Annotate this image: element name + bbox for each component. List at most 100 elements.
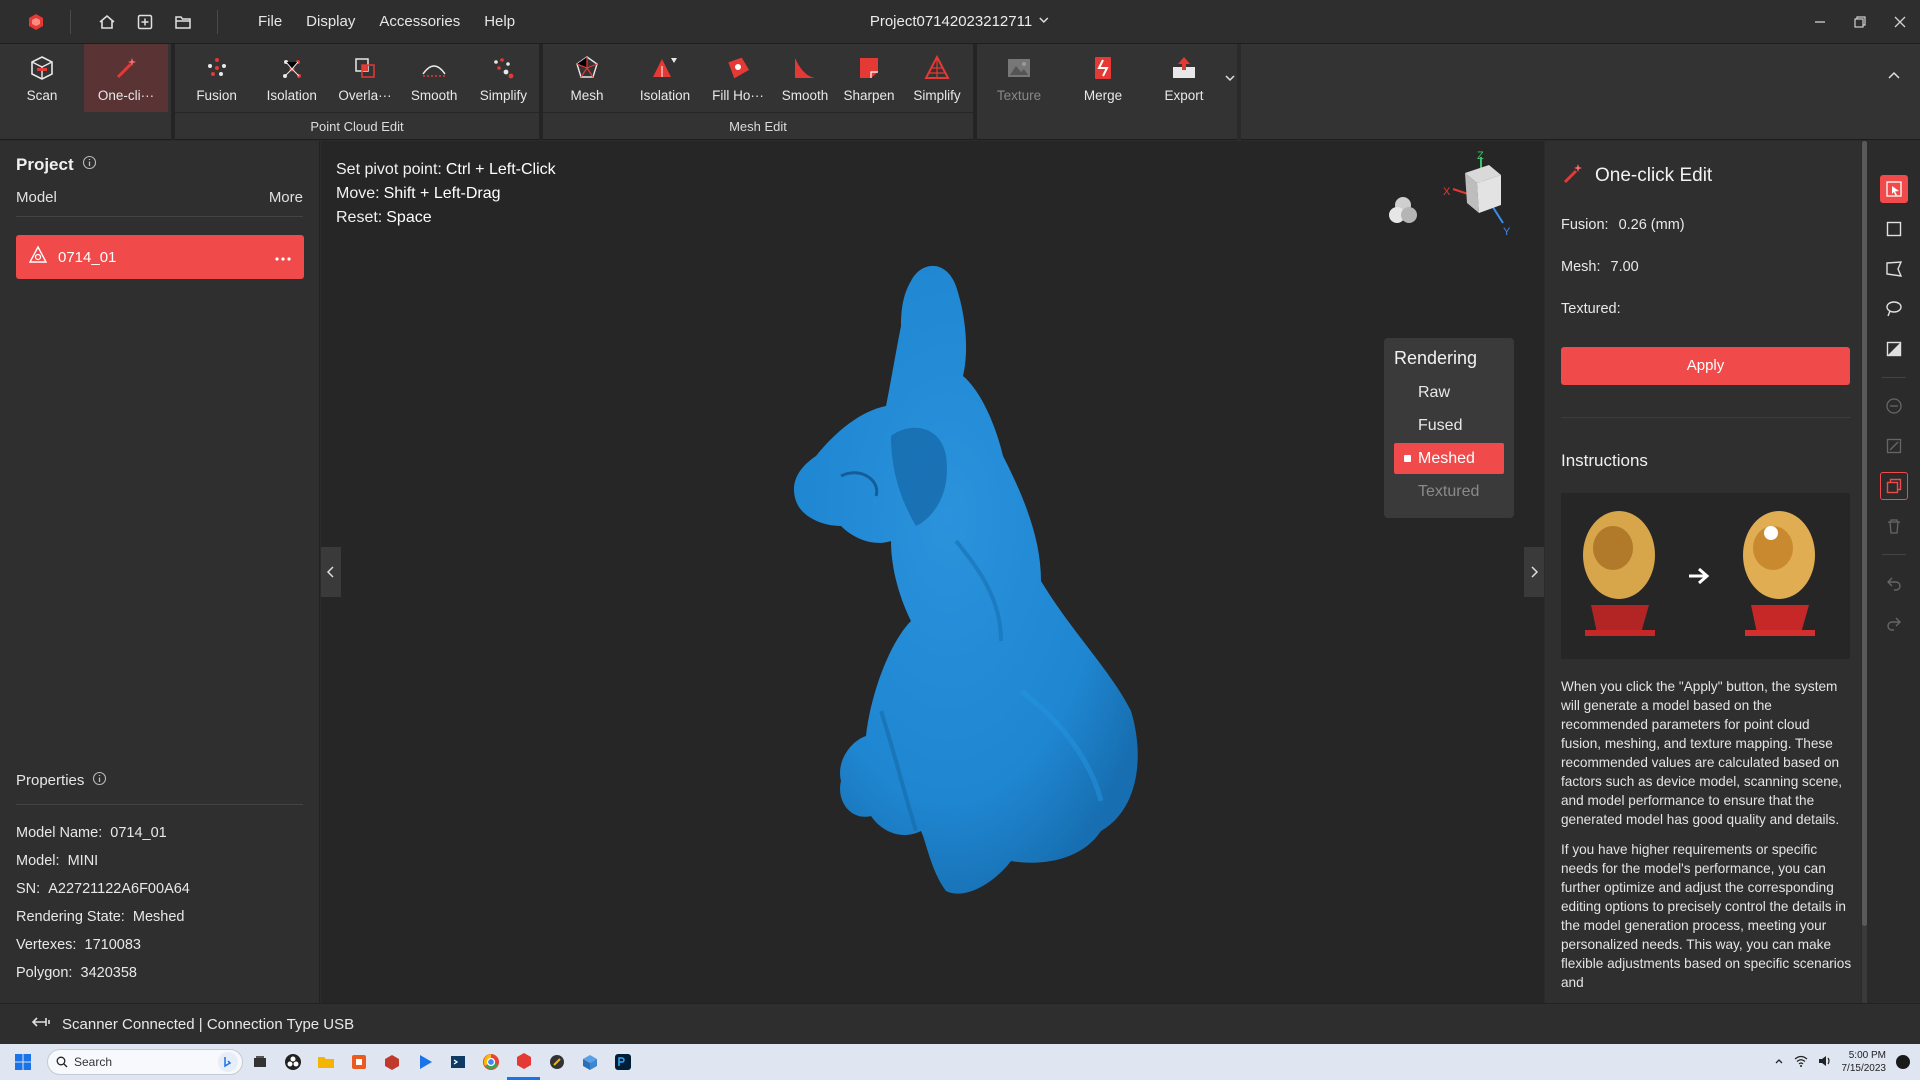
menu-accessories[interactable]: Accessories: [367, 0, 472, 44]
chevron-left-icon: [326, 566, 334, 578]
render-option-meshed[interactable]: Meshed: [1394, 443, 1504, 474]
divider: [217, 9, 218, 34]
taskbar-app-terminal[interactable]: [441, 1044, 474, 1080]
info-icon[interactable]: [92, 771, 107, 790]
open-folder-icon[interactable]: [171, 10, 195, 34]
taskbar-app-chrome[interactable]: [474, 1044, 507, 1080]
point-isolation-button[interactable]: Isolation: [254, 44, 329, 112]
mesh-button[interactable]: Mesh: [547, 44, 627, 112]
scanned-dog-model[interactable]: [741, 241, 1161, 921]
taskbar-app-revopoint[interactable]: [507, 1044, 540, 1080]
more-link[interactable]: More: [269, 189, 303, 206]
model-list-item[interactable]: 0714_01: [16, 235, 304, 279]
export-button[interactable]: Export: [1145, 44, 1223, 112]
render-option-fused[interactable]: Fused: [1394, 410, 1504, 441]
info-icon[interactable]: [82, 155, 97, 175]
fusion-button[interactable]: Fusion: [179, 44, 254, 112]
collapse-left-panel-button[interactable]: [321, 547, 341, 597]
select-tool-button[interactable]: [1880, 175, 1908, 203]
3d-viewport[interactable]: Set pivot point: Ctrl + Left-Click Move: S…: [321, 141, 1544, 1003]
app-window: File Display Accessories Help Project071…: [0, 0, 1920, 1080]
undo-icon: [1887, 577, 1901, 591]
instructions-text: When you click the "Apply" button, the s…: [1561, 677, 1853, 1003]
render-option-raw[interactable]: Raw: [1394, 377, 1504, 408]
menu-display[interactable]: Display: [294, 0, 367, 44]
notification-badge[interactable]: [1896, 1055, 1910, 1069]
merge-label: Merge: [1083, 88, 1123, 103]
close-button[interactable]: [1880, 0, 1920, 44]
taskbar-app-office[interactable]: [342, 1044, 375, 1080]
more-options-icon[interactable]: [274, 249, 292, 266]
menu-file[interactable]: File: [246, 0, 294, 44]
invert-select-button[interactable]: [1880, 335, 1908, 363]
lasso-select-button[interactable]: [1880, 295, 1908, 323]
taskbar-task-view[interactable]: [243, 1044, 276, 1080]
mesh-simplify-button[interactable]: Simplify: [901, 44, 973, 112]
restore-button[interactable]: [1840, 0, 1880, 44]
right-panel-scrollbar[interactable]: [1862, 141, 1867, 1003]
taskbar-app-3d[interactable]: [375, 1044, 408, 1080]
point-smooth-button[interactable]: Smooth: [401, 44, 468, 112]
bing-icon[interactable]: [218, 1052, 238, 1072]
tray-overflow-icon[interactable]: [1774, 1056, 1784, 1069]
properties-list: Model Name: 0714_01 Model: MINI SN: A227…: [16, 819, 190, 987]
merge-button[interactable]: Merge: [1061, 44, 1145, 112]
view-toggle-icon[interactable]: [1385, 193, 1421, 234]
mesh-isolation-button[interactable]: Isolation: [627, 44, 703, 112]
properties-heading: Properties: [16, 771, 107, 790]
chevron-down-icon: [1038, 0, 1050, 44]
one-click-edit-button[interactable]: One-cli···: [84, 44, 168, 112]
taskbar-app-media[interactable]: [408, 1044, 441, 1080]
texture-button[interactable]: Texture: [977, 44, 1061, 112]
panel-title: One-click Edit: [1561, 161, 1712, 191]
magic-wand-icon: [1561, 161, 1585, 191]
collapse-right-panel-button[interactable]: [1524, 547, 1544, 597]
undo-button[interactable]: [1880, 569, 1908, 597]
start-button[interactable]: [6, 1044, 39, 1080]
crop-button[interactable]: [1880, 432, 1908, 460]
taskbar-app-obs[interactable]: [276, 1044, 309, 1080]
collapse-ribbon-button[interactable]: [1882, 64, 1906, 88]
minimize-button[interactable]: [1800, 0, 1840, 44]
scrollbar-thumb[interactable]: [1862, 141, 1867, 926]
obs-icon: [284, 1054, 301, 1070]
rectangle-select-button[interactable]: [1880, 215, 1908, 243]
copy-selection-button[interactable]: [1880, 472, 1908, 500]
delete-button[interactable]: [1880, 512, 1908, 540]
point-simplify-button[interactable]: Simplify: [468, 44, 539, 112]
taskbar-app-cube[interactable]: [573, 1044, 606, 1080]
overlap-button[interactable]: Overla···: [329, 44, 400, 112]
mesh-smooth-button[interactable]: Smooth: [773, 44, 837, 112]
project-title-dropdown[interactable]: Project07142023212711: [870, 0, 1050, 44]
apply-button[interactable]: Apply: [1561, 347, 1850, 385]
sharpen-button[interactable]: Sharpen: [837, 44, 901, 112]
photoshop-icon: [614, 1054, 631, 1070]
scan-button[interactable]: Scan: [0, 44, 84, 112]
render-option-textured[interactable]: Textured: [1394, 476, 1504, 507]
home-icon[interactable]: [95, 10, 119, 34]
taskbar-app-explorer[interactable]: [309, 1044, 342, 1080]
polygon-select-button[interactable]: [1880, 255, 1908, 283]
menu-help[interactable]: Help: [472, 0, 527, 44]
view-cube[interactable]: Z X Y: [1441, 150, 1521, 246]
project-label: Project: [16, 155, 74, 174]
ribbon-more-dropdown[interactable]: [1223, 44, 1237, 112]
mesh-smooth-label: Smooth: [781, 88, 829, 103]
new-project-icon[interactable]: [133, 10, 157, 34]
mesh-edit-label: Mesh Edit: [543, 112, 973, 140]
axis-x-label: X: [1443, 186, 1451, 198]
fill-holes-label: Fill Ho···: [712, 88, 764, 103]
system-clock[interactable]: 5:00 PM 7/15/2023: [1842, 1049, 1887, 1075]
trash-icon: [1888, 519, 1900, 534]
wifi-icon[interactable]: [1794, 1055, 1808, 1070]
redo-icon: [1887, 617, 1901, 631]
taskbar-app-tool[interactable]: [540, 1044, 573, 1080]
taskbar-search[interactable]: Search: [47, 1049, 243, 1075]
search-placeholder: Search: [74, 1055, 113, 1069]
taskbar-app-photoshop[interactable]: [606, 1044, 639, 1080]
volume-icon[interactable]: [1818, 1055, 1832, 1070]
redo-button[interactable]: [1880, 609, 1908, 637]
deselect-button[interactable]: [1880, 392, 1908, 420]
divider: [1882, 377, 1906, 378]
fill-holes-button[interactable]: Fill Ho···: [703, 44, 773, 112]
